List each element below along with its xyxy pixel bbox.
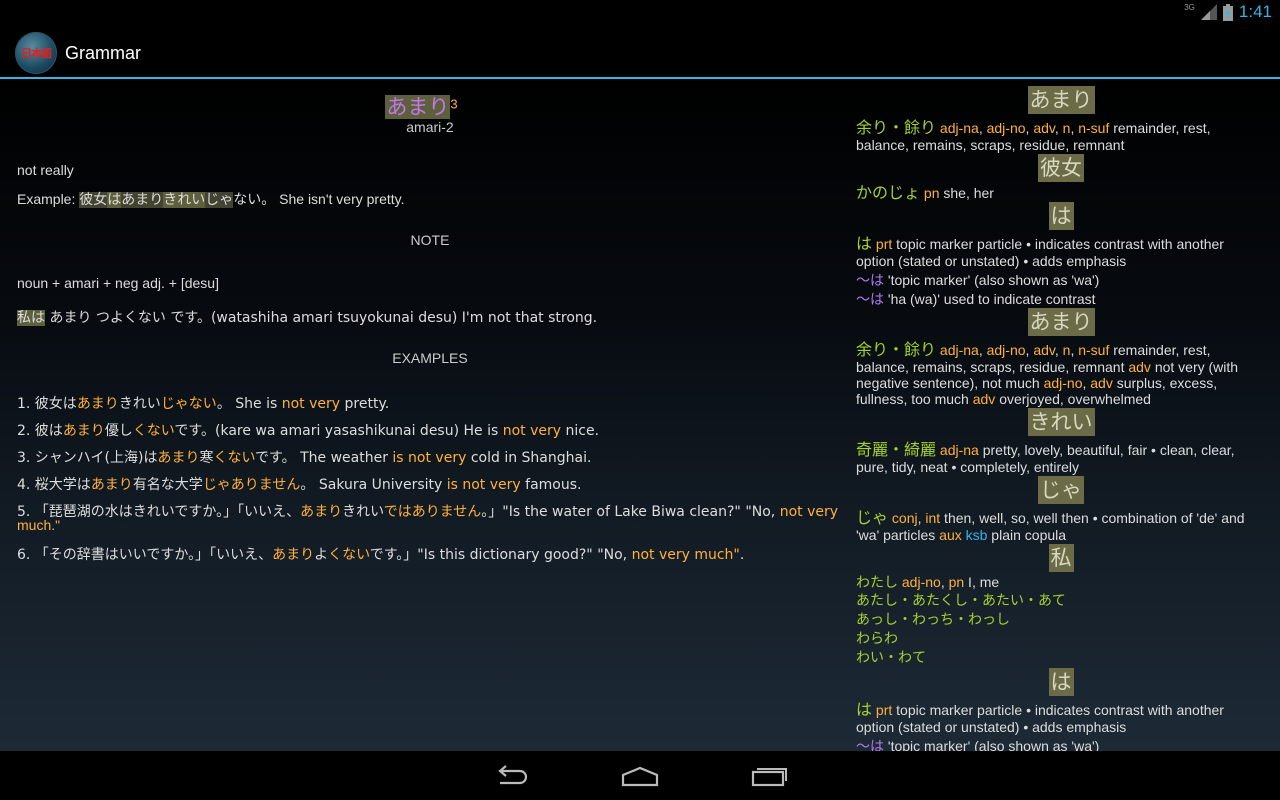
dict-headword: じゃ	[1038, 476, 1084, 504]
dict-alt-reading: あっし・わっち・わっし	[856, 612, 1010, 628]
example-item: 1. 彼女はあまりきれいじゃない。 She is not very pretty…	[17, 396, 390, 412]
clock: 1:41	[1238, 2, 1272, 21]
dict-headword: あまり	[1027, 308, 1095, 336]
dictionary-pane[interactable]: あまり 余り・餘り adj-na, adj-no, adv, n, n-suf …	[856, 81, 1256, 751]
example-item: 3. シャンハイ(上海)はあまり寒くないです。 The weather is n…	[17, 450, 592, 466]
dict-entry: かのじょ pn she, her	[856, 183, 994, 202]
dict-subentry: 〜は 'topic marker' (also shown as 'wa')	[856, 272, 1100, 289]
dict-alt-reading: あたし・あたくし・あたい・あて	[856, 593, 1066, 609]
home-button[interactable]	[618, 761, 662, 791]
romaji: amari-2	[406, 119, 454, 135]
dict-subentry: 〜は 'topic marker' (also shown as 'wa')	[856, 738, 1100, 751]
dict-headword: は	[1048, 202, 1074, 230]
note-example: 私は あまり つよくない です。(watashiha amari tsuyoku…	[17, 310, 598, 326]
dict-entry: わたし adj-no, pn I, me	[856, 574, 1000, 591]
content-area: あまり3 amari-2 not really Example: 彼女はあまりき…	[0, 81, 1280, 751]
headword: あまり3	[385, 95, 458, 119]
meaning: not really	[17, 162, 74, 178]
navigation-bar	[0, 751, 1280, 800]
dict-definition: pure, tidy, neat • completely, entirely	[856, 459, 1080, 475]
dict-subentry: 〜は 'ha (wa)' used to indicate contrast	[856, 291, 1096, 308]
home-icon	[621, 766, 659, 787]
grammar-pattern: noun + amari + neg adj. + [desu]	[17, 275, 219, 291]
example-item: 6. 「その辞書はいいですか。」「いいえ、あまりよくないです。」"Is this…	[17, 547, 745, 563]
dict-headword: 彼女	[1038, 154, 1084, 182]
dict-headword: は	[1048, 668, 1074, 696]
recents-button[interactable]	[746, 761, 790, 791]
dict-entry: 余り・餘り adj-na, adj-no, adv, n, n-suf rema…	[856, 340, 1211, 359]
headword-superscript: 3	[450, 96, 458, 112]
status-bar: 3G 1:41	[0, 0, 1280, 25]
back-button[interactable]	[490, 761, 534, 791]
dict-alt-reading: わい・わて	[856, 650, 926, 666]
dict-alt-reading: わらわ	[856, 631, 898, 647]
dict-entry: じゃ conj, int then, well, so, well then •…	[856, 508, 1245, 527]
example-item: 5. 「琵琶湖の水はきれいですか。」「いいえ、あまりきれいではありません。」"I…	[17, 504, 839, 520]
dict-headword: きれい	[1027, 408, 1095, 436]
dict-headword: あまり	[1027, 86, 1095, 114]
dict-headword: 私	[1048, 544, 1074, 572]
dict-definition: option (stated or unstated) • adds empha…	[856, 253, 1127, 269]
recents-icon	[751, 768, 787, 787]
note-heading: NOTE	[410, 232, 450, 248]
dict-entry: は prt topic marker particle • indicates …	[856, 234, 1224, 253]
dict-definition: fullness, too much adv overjoyed, overwh…	[856, 391, 1151, 407]
dict-definition: option (stated or unstated) • adds empha…	[856, 719, 1127, 735]
example-item: 4. 桜大学はあまり有名な大学じゃありません。 Sakura Universit…	[17, 477, 582, 493]
dict-entry: 奇麗・綺麗 adj-na pretty, lovely, beautiful, …	[856, 440, 1235, 459]
app-logo-icon[interactable]: 日本語	[15, 32, 57, 74]
example-item: 2. 彼はあまり優しくないです。(kare wa amari yasashiku…	[17, 423, 600, 439]
example-item-continued: much."	[17, 517, 61, 533]
dict-definition: balance, remains, scraps, residue, remna…	[856, 137, 1125, 153]
page-title: Grammar	[65, 43, 141, 63]
back-icon	[498, 765, 528, 785]
grammar-entry-pane[interactable]: あまり3 amari-2 not really Example: 彼女はあまりき…	[0, 81, 843, 751]
action-bar: 日本語 Grammar	[0, 25, 1280, 79]
examples-heading: EXAMPLES	[392, 350, 468, 366]
example-line: Example: 彼女はあまりきれいじゃない。 She isn't very p…	[17, 191, 405, 208]
battery-charging-icon	[1222, 3, 1233, 21]
dict-entry: 余り・餘り adj-na, adj-no, adv, n, n-suf rema…	[856, 118, 1211, 137]
signal-icon	[1200, 4, 1217, 20]
dict-definition: 'wa' particles aux ksb plain copula	[856, 527, 1067, 543]
dict-entry: は prt topic marker particle • indicates …	[856, 700, 1224, 719]
network-type: 3G	[1184, 2, 1195, 12]
